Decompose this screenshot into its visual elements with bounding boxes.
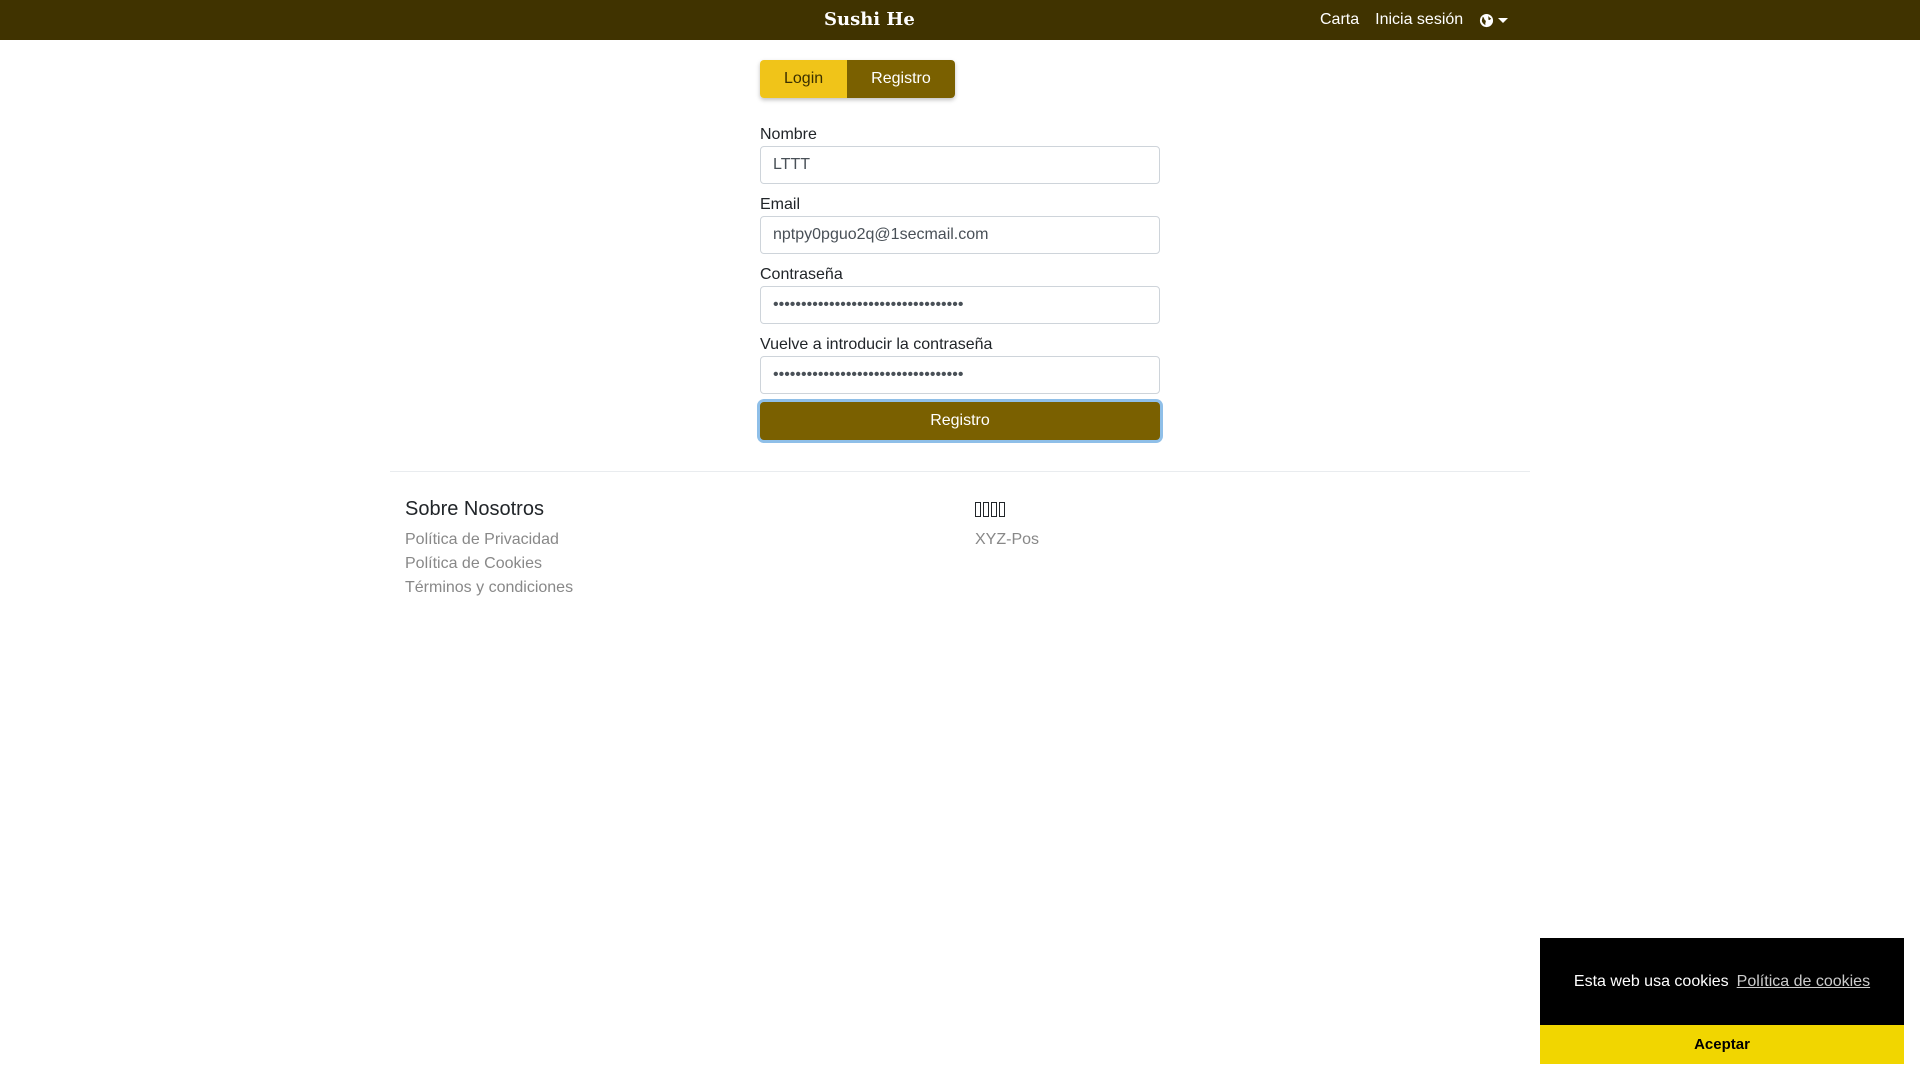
cookie-policy-link[interactable]: Política de cookies <box>1737 973 1870 991</box>
globe-icon <box>1480 13 1494 27</box>
register-form: Nombre LTTT Email nptpy0pguo2q@1secmail.… <box>760 122 1160 440</box>
register-button[interactable]: Registro <box>760 402 1160 440</box>
cookie-message-row: Esta web usa cookies Política de cookies <box>1540 938 1904 1025</box>
nombre-label: Nombre <box>760 126 817 143</box>
email-label: Email <box>760 196 801 213</box>
password-label: Contraseña <box>760 266 843 283</box>
email-field[interactable]: nptpy0pguo2q@1secmail.com <box>760 216 1160 254</box>
nav-link-login[interactable]: Inicia sesión <box>1375 11 1463 29</box>
password-field[interactable]: •••••••••••••••••••••••••••••••••• <box>760 286 1160 324</box>
confirm-password-label: Vuelve a introducir la contraseña <box>760 336 993 353</box>
footer-about: Sobre Nosotros Política de Privacidad Po… <box>405 497 573 600</box>
cookie-accept-button[interactable]: Aceptar <box>1540 1025 1904 1064</box>
cookie-banner: Esta web usa cookies Política de cookies… <box>1540 938 1904 1064</box>
footer-link-xyzpos[interactable]: XYZ-Pos <box>975 528 1039 552</box>
auth-tabs: Login Registro <box>760 60 955 98</box>
footer-partner: XYZ-Pos <box>975 497 1039 552</box>
confirm-password-field[interactable]: •••••••••••••••••••••••••••••••••• <box>760 356 1160 394</box>
footer-heading-about: Sobre Nosotros <box>405 498 544 520</box>
chevron-down-icon <box>1498 17 1509 23</box>
footer-heading-missing-glyphs <box>975 497 1039 521</box>
footer-link-cookies[interactable]: Política de Cookies <box>405 552 573 576</box>
footer-divider <box>390 471 1530 472</box>
nav-link-carta[interactable]: Carta <box>1320 11 1359 29</box>
tab-login[interactable]: Login <box>760 60 848 98</box>
navbar: Sushi He Carta Inicia sesión <box>0 0 1920 40</box>
missing-glyph <box>983 501 989 517</box>
footer-link-privacy[interactable]: Política de Privacidad <box>405 528 573 552</box>
missing-glyph <box>999 501 1005 517</box>
nombre-field[interactable]: LTTT <box>760 146 1160 184</box>
language-dropdown[interactable] <box>1479 13 1509 28</box>
brand-title[interactable]: Sushi He <box>824 0 915 40</box>
missing-glyph <box>991 501 997 517</box>
cookie-message: Esta web usa cookies <box>1573 972 1729 990</box>
tab-registro[interactable]: Registro <box>847 60 955 98</box>
footer-link-terms[interactable]: Términos y condiciones <box>405 576 573 600</box>
nav-right: Carta Inicia sesión <box>1320 0 1509 40</box>
missing-glyph <box>975 501 981 517</box>
